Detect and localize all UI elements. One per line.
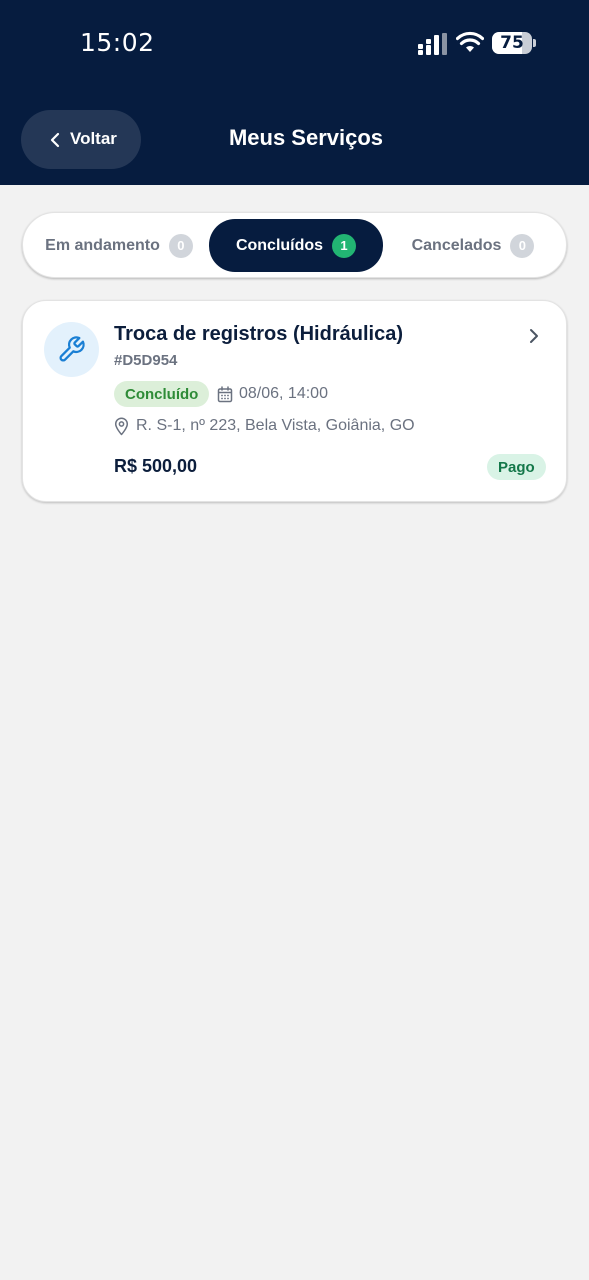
service-title: Troca de registros (Hidráulica)	[114, 323, 403, 345]
wrench-icon	[59, 336, 85, 362]
service-address: R. S-1, nº 223, Bela Vista, Goiânia, GO	[136, 417, 415, 434]
payment-status-badge: Pago	[487, 454, 546, 480]
tab-count-badge: 1	[332, 233, 357, 258]
tab-label: Em andamento	[45, 236, 160, 254]
signal-icon	[418, 33, 447, 55]
status-time: 15:02	[80, 28, 155, 57]
tab-count-badge: 0	[168, 233, 193, 258]
tab-cancelados[interactable]: Cancelados 0	[387, 219, 559, 272]
wifi-icon	[456, 31, 484, 52]
app-header: 15:02 75 Voltar Meus Serviços	[0, 0, 589, 185]
battery-percentage: 75	[500, 33, 524, 53]
tab-count-badge: 0	[510, 233, 535, 258]
calendar-icon	[217, 386, 233, 403]
tab-label: Concluídos	[235, 236, 324, 254]
tab-concluidos[interactable]: Concluídos 1	[209, 219, 383, 272]
tab-em-andamento[interactable]: Em andamento 0	[29, 219, 209, 272]
service-price: R$ 500,00	[114, 456, 198, 476]
service-icon-container	[44, 322, 99, 377]
location-pin-icon	[114, 417, 129, 436]
tab-label: Cancelados	[411, 236, 502, 254]
page-title: Meus Serviços	[228, 125, 384, 150]
service-code: #D5D954	[114, 352, 178, 369]
battery-icon: 75	[492, 32, 536, 54]
service-date: 08/06, 14:00	[239, 385, 328, 402]
chevron-right-icon[interactable]	[528, 328, 540, 344]
status-tabs: Em andamento 0 Concluídos 1 Cancelados 0	[22, 212, 567, 278]
status-badge: Concluído	[114, 381, 210, 407]
service-card[interactable]: Troca de registros (Hidráulica) #D5D954 …	[22, 300, 567, 502]
